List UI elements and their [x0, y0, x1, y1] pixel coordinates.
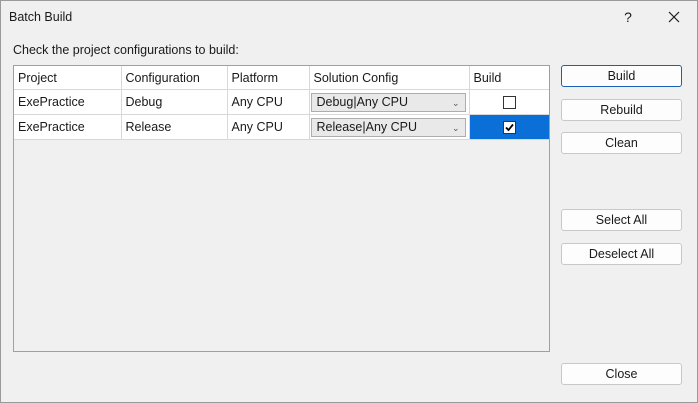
clean-button[interactable]: Clean — [561, 132, 682, 154]
column-header-project[interactable]: Project — [14, 66, 122, 90]
column-header-solution-config[interactable]: Solution Config — [309, 66, 470, 90]
project-cell: ExePractice — [14, 114, 122, 140]
solution-config-dropdown[interactable]: Debug|Any CPU ⌄ — [310, 92, 466, 112]
header-row: Project Configuration Platform Solution … — [14, 66, 549, 90]
column-header-build[interactable]: Build — [469, 66, 549, 90]
build-checkbox[interactable] — [502, 121, 516, 135]
chevron-down-icon: ⌄ — [451, 122, 460, 133]
build-cell — [469, 89, 549, 115]
solution-config-dropdown[interactable]: Release|Any CPU ⌄ — [310, 117, 466, 137]
build-checkbox[interactable] — [502, 96, 516, 110]
instruction-label: Check the project configurations to buil… — [13, 43, 239, 57]
project-cell: ExePractice — [14, 89, 122, 115]
configuration-cell: Debug — [121, 89, 228, 115]
column-header-platform[interactable]: Platform — [227, 66, 310, 90]
solution-config-cell: Release|Any CPU ⌄ — [309, 114, 470, 140]
configurations-table: Project Configuration Platform Solution … — [14, 66, 549, 140]
platform-cell: Any CPU — [227, 114, 310, 140]
rebuild-button[interactable]: Rebuild — [561, 99, 682, 121]
platform-cell: Any CPU — [227, 89, 310, 115]
solution-config-value: Release|Any CPU — [316, 119, 418, 134]
title-bar: Batch Build ? — [1, 1, 697, 33]
table-row[interactable]: ExePractice Debug Any CPU Debug|Any CPU … — [14, 89, 549, 115]
configurations-grid[interactable]: Project Configuration Platform Solution … — [13, 65, 550, 352]
column-header-configuration[interactable]: Configuration — [121, 66, 228, 90]
build-cell-selected — [469, 114, 549, 140]
solution-config-cell: Debug|Any CPU ⌄ — [309, 89, 470, 115]
solution-config-value: Debug|Any CPU — [316, 94, 409, 109]
build-button[interactable]: Build — [561, 65, 682, 87]
configuration-cell: Release — [121, 114, 228, 140]
checkmark-icon — [504, 124, 514, 132]
close-window-button[interactable] — [659, 3, 689, 31]
close-icon — [668, 11, 680, 23]
close-button[interactable]: Close — [561, 363, 682, 385]
chevron-down-icon: ⌄ — [451, 97, 460, 108]
select-all-button[interactable]: Select All — [561, 209, 682, 231]
window-title: Batch Build — [9, 10, 73, 24]
help-button[interactable]: ? — [613, 3, 643, 31]
table-row[interactable]: ExePractice Release Any CPU Release|Any … — [14, 114, 549, 140]
deselect-all-button[interactable]: Deselect All — [561, 243, 682, 265]
batch-build-dialog: Batch Build ? Check the project configur… — [0, 0, 698, 403]
